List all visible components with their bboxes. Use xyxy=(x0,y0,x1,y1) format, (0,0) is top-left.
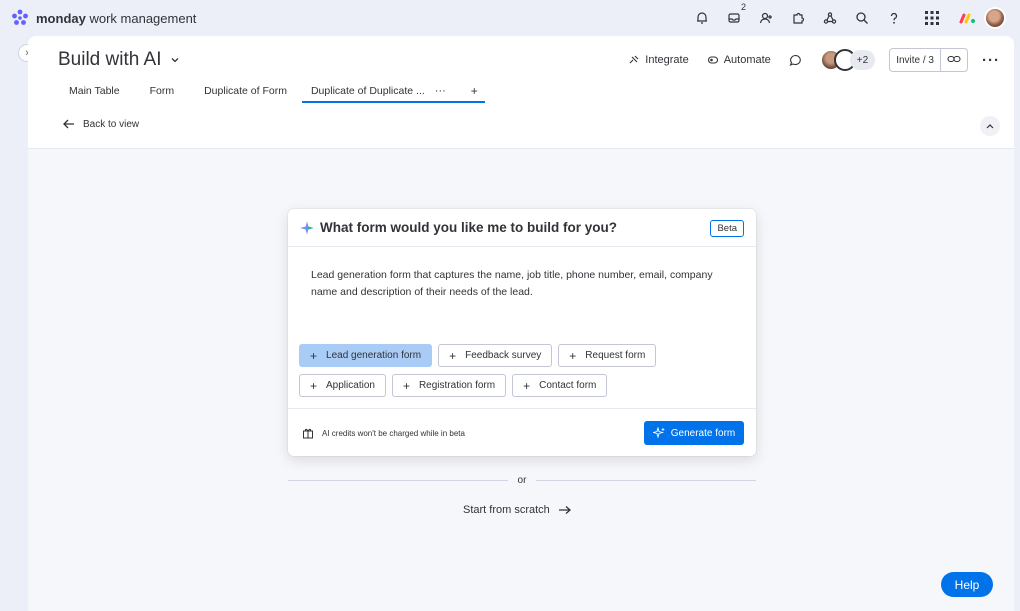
arrow-right-icon xyxy=(558,506,571,514)
tab-options-icon[interactable]: ··· xyxy=(435,85,446,97)
chat-bubble-icon xyxy=(789,54,801,66)
copy-link-icon[interactable] xyxy=(941,54,967,67)
invite-button[interactable]: Invite / 3 xyxy=(889,48,968,72)
prompt-textarea[interactable]: Lead generation form that captures the n… xyxy=(311,267,731,301)
tab-main-table[interactable]: Main Table xyxy=(58,80,131,102)
chip-application[interactable]: + Application xyxy=(299,374,386,397)
apps-puzzle-icon[interactable] xyxy=(782,0,814,36)
monday-logo-icon xyxy=(12,9,28,25)
app-name: monday work management xyxy=(36,10,197,26)
plus-icon: + xyxy=(310,378,318,393)
generate-form-button[interactable]: Generate form xyxy=(644,421,744,445)
arrow-left-icon xyxy=(63,119,74,129)
board-members[interactable]: +2 xyxy=(819,49,876,71)
chip-lead-generation-form[interactable]: + Lead generation form xyxy=(299,344,433,367)
automate-button[interactable]: Automate xyxy=(707,54,771,66)
app-logo[interactable]: monday work management xyxy=(10,8,196,28)
template-suggestions: + Lead generation form + Feedback survey +… xyxy=(299,344,749,397)
divider-line xyxy=(288,479,508,481)
tab-form[interactable]: Form xyxy=(139,80,186,102)
integrations-icon[interactable] xyxy=(814,0,846,36)
credits-note: AI credits won't be charged while in bet… xyxy=(302,427,465,439)
bell-icon[interactable] xyxy=(686,0,718,36)
inbox-icon[interactable]: 2 xyxy=(718,0,750,36)
tab-duplicate-of-duplicate[interactable]: Duplicate of Duplicate ... ··· xyxy=(300,80,485,103)
beta-badge: Beta xyxy=(710,220,744,237)
invite-members-icon[interactable] xyxy=(750,0,782,36)
start-from-scratch-link[interactable]: Start from scratch xyxy=(463,504,572,516)
plus-icon: + xyxy=(310,348,318,363)
ai-form-builder-card: What form would you like me to build for… xyxy=(288,209,756,456)
divider-line xyxy=(536,479,756,481)
user-avatar[interactable] xyxy=(984,7,1006,29)
plus-icon: + xyxy=(402,378,410,393)
automate-icon xyxy=(707,56,718,64)
integrate-icon xyxy=(629,55,639,64)
board-header: Build with AI Integrate Automate +2 Invi… xyxy=(28,36,1014,149)
help-question-icon[interactable] xyxy=(878,0,910,36)
more-options-icon[interactable]: ··· xyxy=(982,52,1000,69)
left-rail xyxy=(0,36,28,611)
search-icon[interactable] xyxy=(846,0,878,36)
top-bar: monday work management 2 xyxy=(0,0,1020,36)
plus-icon: + xyxy=(569,348,577,363)
or-divider: or xyxy=(288,472,756,488)
members-more-count: +2 xyxy=(849,50,876,70)
gift-icon xyxy=(303,428,313,439)
monday-product-icon[interactable] xyxy=(952,0,984,36)
card-header: What form would you like me to build for… xyxy=(288,209,756,247)
sparkles-icon xyxy=(652,427,665,439)
board-title[interactable]: Build with AI xyxy=(58,49,180,71)
plus-icon: + xyxy=(449,348,457,363)
invite-label: Invite / 3 xyxy=(896,54,934,66)
view-tabs: Main Table Form Duplicate of Form Duplic… xyxy=(58,80,485,103)
help-button[interactable]: Help xyxy=(941,572,993,597)
integrate-button[interactable]: Integrate xyxy=(628,54,689,66)
updates-button[interactable] xyxy=(789,54,802,67)
card-footer: AI credits won't be charged while in bet… xyxy=(288,408,756,456)
chip-registration-form[interactable]: + Registration form xyxy=(391,374,507,397)
collapse-header-chevron-icon[interactable] xyxy=(980,116,1000,136)
plus-icon: + xyxy=(523,378,531,393)
ai-sparkle-icon xyxy=(300,221,314,234)
chip-request-form[interactable]: + Request form xyxy=(558,344,657,367)
add-view-plus-icon[interactable]: + xyxy=(471,80,478,102)
or-label: or xyxy=(517,474,527,486)
inbox-count: 2 xyxy=(740,2,746,12)
chip-contact-form[interactable]: + Contact form xyxy=(512,374,608,397)
chevron-down-icon xyxy=(171,58,178,63)
apps-grid-icon[interactable] xyxy=(916,0,948,36)
tab-duplicate-of-form[interactable]: Duplicate of Form xyxy=(193,80,298,102)
back-to-view-link[interactable]: Back to view xyxy=(62,118,139,130)
chip-feedback-survey[interactable]: + Feedback survey xyxy=(438,344,553,367)
card-title: What form would you like me to build for… xyxy=(320,220,617,235)
